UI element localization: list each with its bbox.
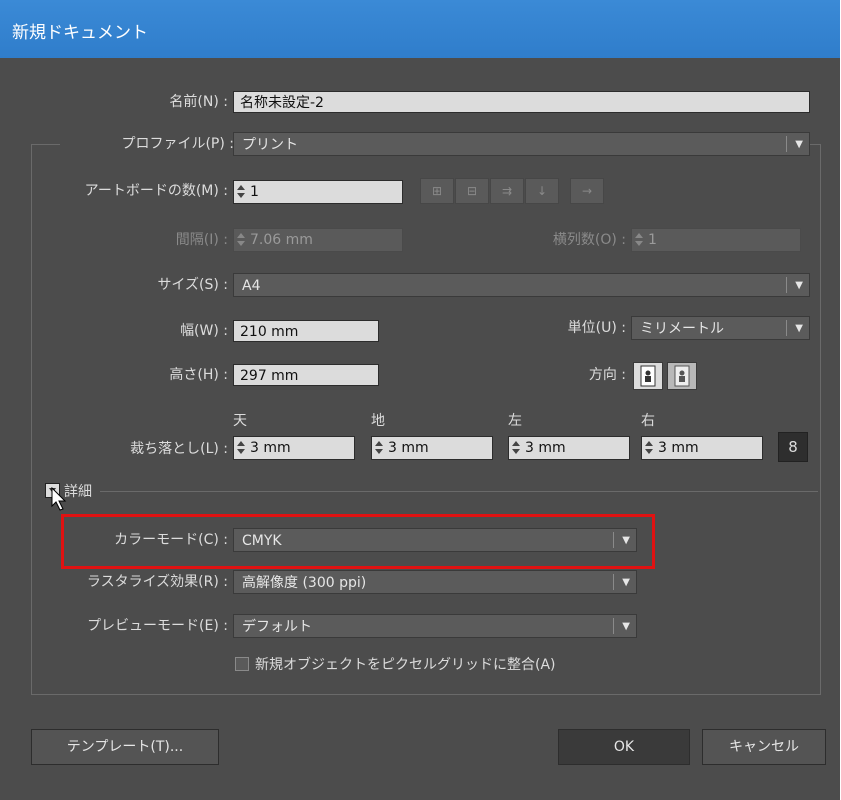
size-value: A4	[242, 278, 261, 294]
stepper-arrows-icon[interactable]	[645, 440, 654, 456]
chevron-down-icon: ▼	[795, 323, 803, 334]
profile-label: プロファイル(P) :	[60, 131, 234, 157]
units-label: 単位(U) :	[567, 320, 626, 336]
arrange-by-column-icon[interactable]: ↓	[525, 178, 559, 204]
profile-dropdown[interactable]: プリント ▼	[233, 132, 810, 156]
right-to-left-icon[interactable]: →	[570, 178, 604, 204]
stepper-arrows-icon[interactable]	[512, 440, 521, 456]
stepper-arrows-icon[interactable]	[375, 440, 384, 456]
spacing-stepper[interactable]: 7.06 mm	[233, 228, 403, 252]
width-input[interactable]: 210 mm	[233, 320, 379, 342]
highlight-box	[61, 514, 655, 569]
units-value: ミリメートル	[640, 321, 724, 337]
portrait-icon	[640, 365, 656, 387]
stepper-arrows-icon[interactable]	[237, 232, 246, 248]
stepper-arrows-icon[interactable]	[635, 232, 644, 248]
bleed-left-value: 3 mm	[525, 440, 566, 456]
artboards-label: アートボードの数(M) :	[84, 183, 228, 199]
columns-label: 横列数(O) :	[552, 232, 626, 248]
bleed-right-stepper[interactable]: 3 mm	[641, 436, 763, 460]
width-label: 幅(W) :	[180, 323, 228, 339]
bleed-bottom-stepper[interactable]: 3 mm	[371, 436, 493, 460]
columns-value: 1	[648, 232, 657, 248]
arrange-by-row-icon[interactable]: ⇉	[490, 178, 524, 204]
bleed-top-value: 3 mm	[250, 440, 291, 456]
templates-button[interactable]: テンプレート(T)...	[31, 729, 219, 765]
bleed-bottom-label: 地	[371, 413, 385, 429]
grid-by-row-icon[interactable]: ⊞	[420, 178, 454, 204]
ok-button[interactable]: OK	[558, 729, 690, 765]
bleed-top-label: 天	[233, 413, 247, 429]
units-dropdown[interactable]: ミリメートル ▼	[631, 316, 810, 340]
preview-dropdown[interactable]: デフォルト ▼	[233, 614, 637, 638]
bleed-top-stepper[interactable]: 3 mm	[233, 436, 355, 460]
landscape-button[interactable]	[667, 362, 697, 390]
pixel-grid-checkbox[interactable]	[235, 657, 249, 671]
window-title: 新規ドキュメント	[12, 23, 148, 43]
spacing-value: 7.06 mm	[250, 232, 313, 248]
raster-label: ラスタライズ効果(R) :	[86, 574, 228, 590]
height-label: 高さ(H) :	[169, 367, 228, 383]
bleed-left-label: 左	[508, 413, 522, 429]
landscape-icon	[674, 365, 690, 387]
preview-label: プレビューモード(E) :	[87, 618, 228, 634]
size-label: サイズ(S) :	[157, 277, 228, 293]
name-label: 名前(N) :	[169, 94, 228, 110]
height-input[interactable]: 297 mm	[233, 364, 379, 386]
advanced-label: 詳細	[64, 484, 92, 500]
cancel-button[interactable]: キャンセル	[702, 729, 826, 765]
section-divider	[100, 491, 818, 492]
name-input[interactable]: 名称未設定-2	[233, 91, 810, 113]
stepper-arrows-icon[interactable]	[237, 184, 246, 200]
bleed-left-stepper[interactable]: 3 mm	[508, 436, 630, 460]
spacing-label: 間隔(I) :	[175, 232, 228, 248]
new-document-dialog: 新規ドキュメント 名前(N) : 名称未設定-2 プロファイル(P) : プリン…	[0, 0, 840, 800]
title-bar: 新規ドキュメント	[0, 0, 840, 58]
raster-value: 高解像度 (300 ppi)	[242, 575, 367, 591]
profile-value: プリント	[242, 137, 298, 153]
bleed-bottom-value: 3 mm	[388, 440, 429, 456]
chevron-down-icon: ▼	[795, 139, 803, 150]
bleed-right-label: 右	[641, 413, 655, 429]
artboards-value: 1	[250, 184, 259, 200]
chevron-down-icon: ▼	[622, 621, 630, 632]
columns-stepper[interactable]: 1	[631, 228, 801, 252]
bleed-label: 裁ち落とし(L) :	[130, 441, 228, 457]
chevron-down-icon: ▼	[795, 280, 803, 291]
bleed-right-value: 3 mm	[658, 440, 699, 456]
artboards-stepper[interactable]: 1	[233, 180, 403, 204]
portrait-button[interactable]	[633, 362, 663, 390]
stepper-arrows-icon[interactable]	[237, 440, 246, 456]
chevron-down-icon: ▼	[622, 577, 630, 588]
raster-dropdown[interactable]: 高解像度 (300 ppi) ▼	[233, 570, 637, 594]
size-dropdown[interactable]: A4 ▼	[233, 273, 810, 297]
grid-by-column-icon[interactable]: ⊟	[455, 178, 489, 204]
orientation-label: 方向 :	[588, 367, 626, 383]
preview-value: デフォルト	[242, 619, 312, 635]
link-icon[interactable]: 8	[778, 432, 808, 462]
pixel-grid-label: 新規オブジェクトをピクセルグリッドに整合(A)	[255, 657, 556, 673]
